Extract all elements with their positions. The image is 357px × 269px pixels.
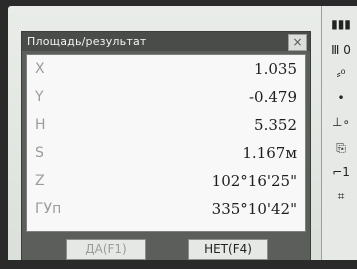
yes-button[interactable]: ДА(F1) <box>66 239 146 260</box>
result-row-h: H 5.352 <box>27 115 305 137</box>
close-icon: × <box>292 35 303 49</box>
result-row-gup: ГУп 335°10'42" <box>27 199 305 221</box>
row-label: Z <box>35 173 45 189</box>
result-list: X 1.035 Y -0.479 H 5.352 S 1.167м Z 102°… <box>26 54 306 232</box>
dialog-title: Площадь/результат <box>27 35 147 48</box>
row-value: 102°16'25" <box>211 172 297 190</box>
row-value: -0.479 <box>248 88 297 106</box>
lcd-display: ▮▮▮ Ⅲ 0 ⸗⁰ • ⊥∘ ⎘ ⌐1 ⌗ Площадь/результат… <box>8 6 357 266</box>
no-button[interactable]: НЕТ(F4) <box>188 239 268 260</box>
row-value: 1.167м <box>242 144 297 162</box>
area-result-dialog: Площадь/результат × X 1.035 Y -0.479 H 5… <box>21 31 311 266</box>
softkey-strip <box>0 260 357 269</box>
keyboard-icon: ⌗ <box>337 189 345 203</box>
result-row-s: S 1.167м <box>27 143 305 165</box>
dialog-titlebar: Площадь/результат × <box>22 32 310 51</box>
dot-indicator: • <box>337 91 345 105</box>
row-label: Y <box>35 89 44 105</box>
row-value: 335°10'42" <box>211 200 297 218</box>
device-screen: ▮▮▮ Ⅲ 0 ⸗⁰ • ⊥∘ ⎘ ⌐1 ⌗ Площадь/результат… <box>0 0 357 269</box>
row-label: H <box>35 117 46 133</box>
result-row-z: Z 102°16'25" <box>27 171 305 193</box>
close-button[interactable]: × <box>288 34 307 51</box>
row-value: 5.352 <box>254 116 297 134</box>
target-icon: ⎘ <box>336 141 346 155</box>
status-bar: ▮▮▮ Ⅲ 0 ⸗⁰ • ⊥∘ ⎘ ⌐1 ⌗ <box>321 6 357 264</box>
tilt-icon: ⸗⁰ <box>336 67 346 81</box>
page-indicator: ⌐1 <box>332 165 350 179</box>
level-icon: ⊥∘ <box>332 115 350 129</box>
result-row-y: Y -0.479 <box>27 87 305 109</box>
row-label: X <box>35 61 45 77</box>
mode-indicator: Ⅲ 0 <box>331 43 351 57</box>
row-label: ГУп <box>35 201 62 217</box>
battery-icon: ▮▮▮ <box>331 17 351 31</box>
result-row-x: X 1.035 <box>27 59 305 81</box>
row-value: 1.035 <box>254 60 297 78</box>
row-label: S <box>35 145 44 161</box>
